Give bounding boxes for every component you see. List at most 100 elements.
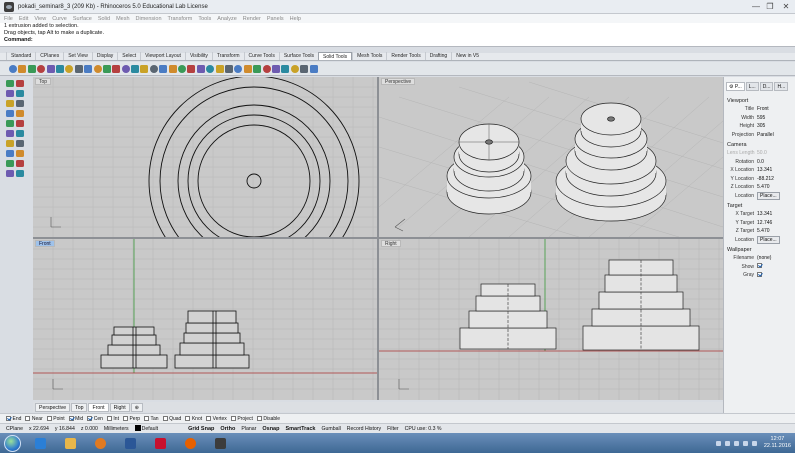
circle-icon[interactable]: [16, 90, 24, 97]
osnap-checkbox[interactable]: [162, 416, 168, 421]
taskbar-acrobat-button[interactable]: [149, 435, 171, 451]
tab-set-view[interactable]: Set View: [63, 52, 92, 60]
osnap-checkbox[interactable]: [68, 416, 74, 421]
osnap-cen[interactable]: Cen: [87, 416, 103, 422]
shell-icon[interactable]: [121, 64, 130, 73]
curve-icon[interactable]: [6, 90, 14, 97]
osnap-checkbox[interactable]: [256, 416, 262, 421]
toggle-filter[interactable]: Filter: [387, 426, 399, 432]
command-prompt[interactable]: Command:: [4, 37, 795, 44]
extract-surface-icon[interactable]: [140, 64, 149, 73]
cylinder-icon[interactable]: [27, 64, 36, 73]
tray-arrow-icon[interactable]: [715, 440, 721, 446]
status-layer[interactable]: Default: [134, 425, 164, 432]
osnap-project[interactable]: Project: [230, 416, 253, 422]
cylinder-solid-icon[interactable]: [6, 150, 14, 157]
move-edge-icon[interactable]: [196, 64, 205, 73]
array-hole-icon[interactable]: [234, 64, 243, 73]
osnap-perp[interactable]: Perp: [122, 416, 140, 422]
history-icon[interactable]: [253, 64, 262, 73]
tab-display[interactable]: Display: [91, 52, 117, 60]
sphere-icon[interactable]: [9, 64, 17, 73]
menu-transform[interactable]: Transform: [168, 16, 193, 22]
osnap-checkbox[interactable]: [230, 416, 236, 421]
menu-panels[interactable]: Panels: [267, 16, 284, 22]
taskbar-firefox-button[interactable]: [179, 435, 201, 451]
osnap-mid[interactable]: Mid: [68, 416, 83, 422]
tray-network-icon[interactable]: [733, 440, 739, 446]
menu-analyze[interactable]: Analyze: [217, 16, 237, 22]
osnap-checkbox[interactable]: [87, 416, 93, 421]
group-icon[interactable]: [6, 170, 14, 177]
clock[interactable]: 12:07 22.11.2016: [764, 436, 791, 450]
tray-flag-icon[interactable]: [724, 440, 730, 446]
z-target-field[interactable]: 5.470: [757, 228, 794, 234]
layout-icon[interactable]: [16, 170, 24, 177]
osnap-disable[interactable]: Disable: [256, 416, 280, 422]
gray-wallpaper-checkbox[interactable]: [757, 271, 762, 277]
viewport-label-top[interactable]: Top: [35, 78, 52, 85]
osnap-knot[interactable]: Knot: [185, 416, 202, 422]
width-field[interactable]: 595: [757, 115, 794, 121]
loft-icon[interactable]: [6, 130, 14, 137]
rotation-field[interactable]: 0.0: [757, 159, 794, 165]
ellipse-icon[interactable]: [16, 100, 24, 107]
osnap-int[interactable]: Int: [106, 416, 119, 422]
viewport-label-front[interactable]: Front: [35, 240, 55, 247]
viewport-label-perspective[interactable]: Perspective: [381, 78, 416, 85]
menu-render[interactable]: Render: [243, 16, 261, 22]
filename-field[interactable]: (none): [757, 255, 794, 261]
camera-place-button[interactable]: Place...: [757, 191, 780, 200]
extrude-face-icon[interactable]: [159, 64, 168, 73]
boolean-union-icon[interactable]: [65, 64, 74, 73]
tab-solid-tools[interactable]: Solid Tools: [318, 52, 353, 60]
menu-view[interactable]: View: [34, 16, 46, 22]
tab-select[interactable]: Select: [117, 52, 140, 60]
tab-mesh-tools[interactable]: Mesh Tools: [352, 52, 386, 60]
viewport-top[interactable]: Top: [33, 77, 377, 237]
split-face-icon[interactable]: [168, 64, 177, 73]
viewport-label-right[interactable]: Right: [381, 240, 401, 247]
wire-cut-icon[interactable]: [187, 64, 196, 73]
menu-surface[interactable]: Surface: [73, 16, 92, 22]
title-field[interactable]: Front: [757, 106, 794, 112]
tab-drafting[interactable]: Drafting: [424, 52, 452, 60]
osnap-checkbox[interactable]: [122, 416, 128, 421]
osnap-end[interactable]: End: [6, 416, 21, 422]
toggle-ortho[interactable]: Ortho: [220, 426, 235, 432]
menu-solid[interactable]: Solid: [98, 16, 110, 22]
boolean-split-icon[interactable]: [93, 64, 102, 73]
point-icon[interactable]: [6, 80, 14, 87]
tab-standard[interactable]: Standard: [6, 52, 35, 60]
minimize-button[interactable]: —: [749, 0, 763, 13]
osnap-quad[interactable]: Quad: [162, 416, 181, 422]
polyline-icon[interactable]: [16, 80, 24, 87]
rectangle-icon[interactable]: [6, 110, 14, 117]
dimension-icon[interactable]: [6, 160, 14, 167]
view-tab-top[interactable]: Top: [71, 402, 88, 412]
osnap-checkbox[interactable]: [144, 416, 150, 421]
revolve-icon[interactable]: [16, 130, 24, 137]
tab-render-tools[interactable]: Render Tools: [386, 52, 424, 60]
toggle-osnap[interactable]: Osnap: [262, 426, 279, 432]
menu-file[interactable]: File: [4, 16, 13, 22]
view-tab-right[interactable]: Right: [109, 402, 130, 412]
torus-icon[interactable]: [46, 64, 55, 73]
taskbar-word-button[interactable]: [119, 435, 141, 451]
cone-icon[interactable]: [37, 64, 46, 73]
render-icon[interactable]: [309, 64, 318, 73]
add-view-tab-button[interactable]: ⊕: [130, 402, 144, 412]
pipe-icon[interactable]: [55, 64, 64, 73]
menu-tools[interactable]: Tools: [198, 16, 211, 22]
viewport-front[interactable]: Front: [33, 239, 377, 400]
x-target-field[interactable]: 13.341: [757, 211, 794, 217]
slab-icon[interactable]: [290, 64, 299, 73]
tab-transform[interactable]: Transform: [211, 52, 244, 60]
osnap-checkbox[interactable]: [25, 416, 31, 421]
osnap-near[interactable]: Near: [25, 416, 43, 422]
rebuild-edge-icon[interactable]: [271, 64, 280, 73]
solid-options-icon[interactable]: [300, 64, 309, 73]
tab-cplanes[interactable]: CPlanes: [35, 52, 63, 60]
viewport-perspective[interactable]: Perspective: [379, 77, 723, 237]
osnap-checkbox[interactable]: [185, 416, 191, 421]
